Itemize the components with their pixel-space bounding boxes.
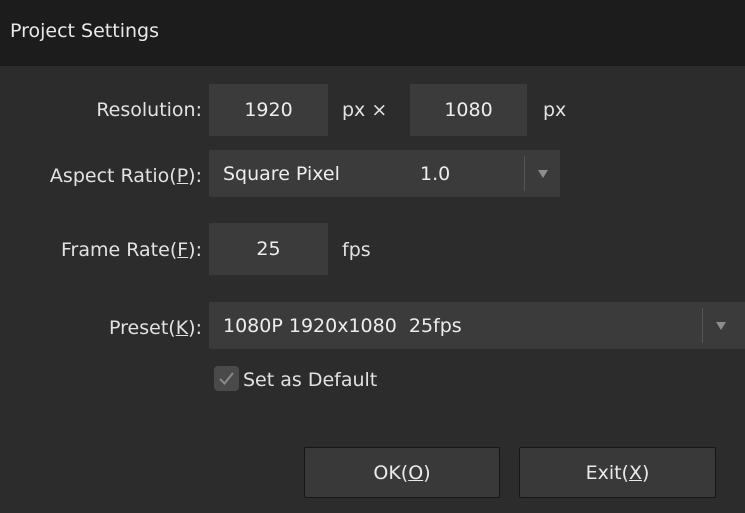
resolution-px-times-label: px ×: [342, 99, 388, 121]
frame-rate-field[interactable]: 25: [209, 223, 328, 275]
window-title: Project Settings: [10, 20, 159, 42]
exit-button[interactable]: Exit(X): [519, 447, 716, 498]
title-bar: Project Settings: [0, 0, 745, 66]
preset-dropdown[interactable]: 1080P 1920x1080 25fps: [209, 302, 745, 349]
aspect-ratio-dropdown[interactable]: Square Pixel 1.0: [209, 150, 560, 197]
aspect-ratio-value: 1.0: [420, 162, 451, 185]
chevron-down-icon[interactable]: [525, 150, 560, 197]
set-default-label[interactable]: Set as Default: [243, 369, 377, 391]
preset-selected: 1080P 1920x1080 25fps: [223, 314, 462, 337]
aspect-ratio-selected: Square Pixel: [223, 162, 340, 185]
frame-rate-unit: fps: [342, 239, 371, 261]
resolution-label: Resolution:: [96, 99, 202, 121]
resolution-width-field[interactable]: 1920: [209, 84, 328, 136]
chevron-down-icon[interactable]: [703, 302, 739, 349]
preset-label: Preset(K):: [109, 317, 202, 339]
frame-rate-label: Frame Rate(F):: [61, 239, 202, 261]
ok-button[interactable]: OK(O): [304, 447, 500, 498]
project-settings-dialog: Project Settings Resolution: 1920 px × 1…: [0, 0, 745, 513]
aspect-ratio-label: Aspect Ratio(P):: [49, 165, 202, 187]
resolution-px-label: px: [543, 99, 567, 121]
resolution-height-field[interactable]: 1080: [410, 84, 527, 136]
checkmark-icon: [219, 372, 234, 385]
set-default-checkbox[interactable]: [214, 366, 239, 391]
